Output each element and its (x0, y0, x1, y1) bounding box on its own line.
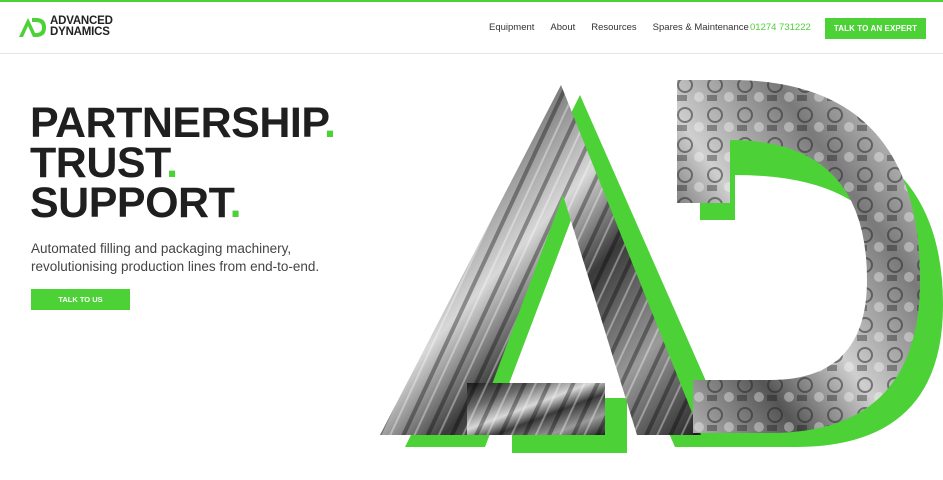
main-nav: Equipment About Resources Spares & Maint… (489, 22, 765, 33)
nav-item-about[interactable]: About (550, 22, 575, 33)
hero-title-line: PARTNERSHIP. (30, 102, 336, 145)
site-header: ADVANCED DYNAMICS Equipment About Resour… (0, 2, 943, 54)
talk-to-us-button[interactable]: TALK TO US (31, 289, 130, 310)
nav-item-spares-maintenance[interactable]: Spares & Maintenance (653, 22, 749, 33)
logo-text-line2: DYNAMICS (50, 26, 110, 38)
hero-subtitle-line: Automated filling and packaging machiner… (31, 241, 292, 256)
hero-title: PARTNERSHIP. TRUST. SUPPORT. (30, 102, 336, 225)
hero-subtitle: Automated filling and packaging machiner… (31, 240, 351, 276)
ad-monogram-machinery-graphic (380, 80, 943, 453)
logo-text: ADVANCED DYNAMICS (50, 15, 113, 38)
ad-monogram-icon (19, 18, 46, 37)
hero-title-line: TRUST. (30, 142, 335, 185)
talk-to-expert-button[interactable]: TALK TO AN EXPERT (825, 18, 926, 39)
title-dot: . (323, 99, 336, 147)
phone-link[interactable]: 01274 731222 (750, 22, 811, 33)
hero-title-line: SUPPORT. (30, 182, 335, 225)
nav-item-resources[interactable]: Resources (591, 22, 636, 33)
title-dot: . (229, 179, 242, 227)
logo[interactable]: ADVANCED DYNAMICS (17, 15, 113, 38)
hero-subtitle-line: revolutionising production lines from en… (31, 259, 320, 274)
nav-item-equipment[interactable]: Equipment (489, 22, 534, 33)
hero-title-word: SUPPORT (30, 179, 230, 227)
